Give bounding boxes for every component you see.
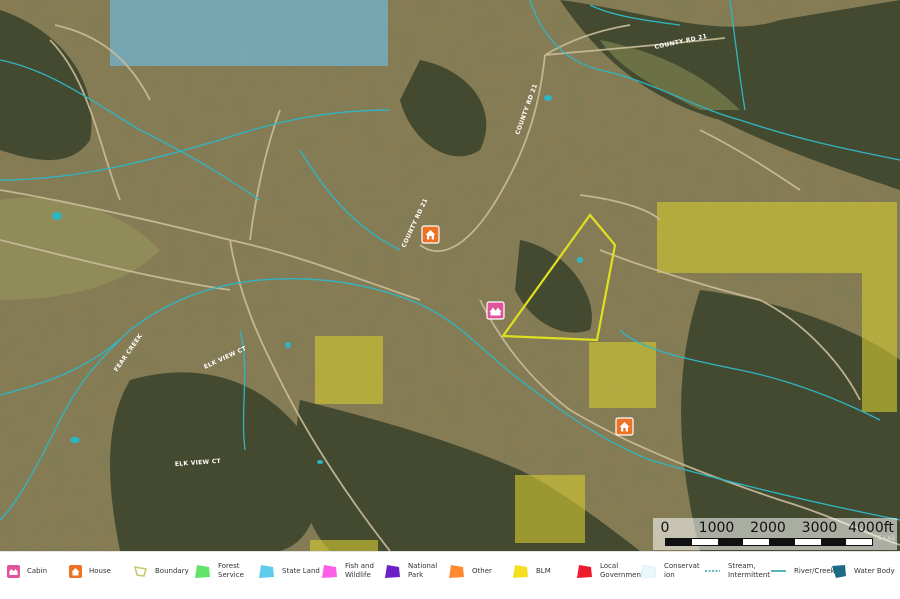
legend-label: Cabin — [27, 566, 48, 575]
legend-item-other: Other — [448, 560, 492, 582]
legend-item-forest-service: Forest Service — [194, 560, 244, 582]
legend-label: Fish and Wildlife — [345, 562, 374, 579]
scale-tick: 4000ft — [848, 520, 894, 536]
map-legend: Cabin House Boundary Forest Service Stat… — [0, 551, 900, 599]
legend-item-fish-and-wildlife: Fish and Wildlife — [321, 560, 377, 582]
legend-label: Water Body — [854, 566, 895, 575]
legend-item-conservation: Conservation — [640, 560, 700, 582]
legend-item-stream-intermittent: Stream, Intermittent — [704, 560, 776, 582]
cabin-marker[interactable] — [486, 301, 505, 320]
conservation-icon — [640, 564, 657, 578]
map-view[interactable]: COUNTY RD 21 COUNTY RD 21 COUNTY RD 21 F… — [0, 0, 900, 551]
legend-label: Local Government — [600, 562, 644, 579]
state-land-area — [110, 0, 388, 66]
water-body-icon — [832, 564, 846, 578]
scale-tick: 3000 — [801, 520, 838, 536]
scale-tick: 2000 — [750, 520, 786, 536]
river-creek-icon — [771, 570, 786, 572]
scale-tick: 1000 — [698, 520, 735, 536]
legend-item-boundary: Boundary — [134, 560, 189, 582]
legend-label: BLM — [536, 566, 551, 575]
legend-label: National Park — [408, 562, 438, 579]
local-government-icon — [577, 564, 592, 578]
forest-service-icon — [195, 564, 210, 578]
cabin-icon — [7, 564, 20, 578]
legend-item-river-creek: River/Creek — [770, 560, 835, 582]
legend-label: Forest Service — [218, 562, 244, 579]
legend-label: Stream, Intermittent — [728, 562, 771, 579]
legend-label: River/Creek — [794, 566, 835, 575]
scale-bar-graphic — [665, 538, 873, 546]
legend-label: House — [89, 566, 111, 575]
house-marker[interactable] — [615, 417, 634, 436]
national-park-icon — [385, 564, 400, 578]
state-land-icon — [259, 564, 274, 578]
legend-label: Boundary — [155, 566, 189, 575]
map-canvas[interactable]: COUNTY RD 21 COUNTY RD 21 COUNTY RD 21 F… — [0, 0, 900, 551]
stream-intermittent-icon — [705, 570, 720, 572]
legend-item-water-body: Water Body — [830, 560, 895, 582]
legend-item-local-government: Local Government — [576, 560, 644, 582]
legend-label: Conservation — [664, 562, 700, 579]
legend-item-house: House — [69, 560, 111, 582]
house-icon — [69, 564, 82, 578]
legend-label: Other — [472, 566, 492, 575]
scale-tick: 0 — [660, 520, 670, 536]
legend-item-blm: BLM — [512, 560, 551, 582]
scale-bar: 0 1000 2000 3000 4000ft — [653, 518, 897, 550]
legend-item-state-land: State Land — [258, 560, 320, 582]
blm-icon — [513, 564, 528, 578]
legend-item-cabin: Cabin — [7, 560, 47, 582]
legend-item-national-park: National Park — [384, 560, 438, 582]
house-marker[interactable] — [421, 225, 440, 244]
boundary-icon — [134, 565, 148, 577]
other-icon — [449, 564, 464, 578]
legend-label: State Land — [282, 566, 320, 575]
map-credit: E LAB — [878, 535, 896, 542]
fish-and-wildlife-icon — [322, 564, 337, 578]
